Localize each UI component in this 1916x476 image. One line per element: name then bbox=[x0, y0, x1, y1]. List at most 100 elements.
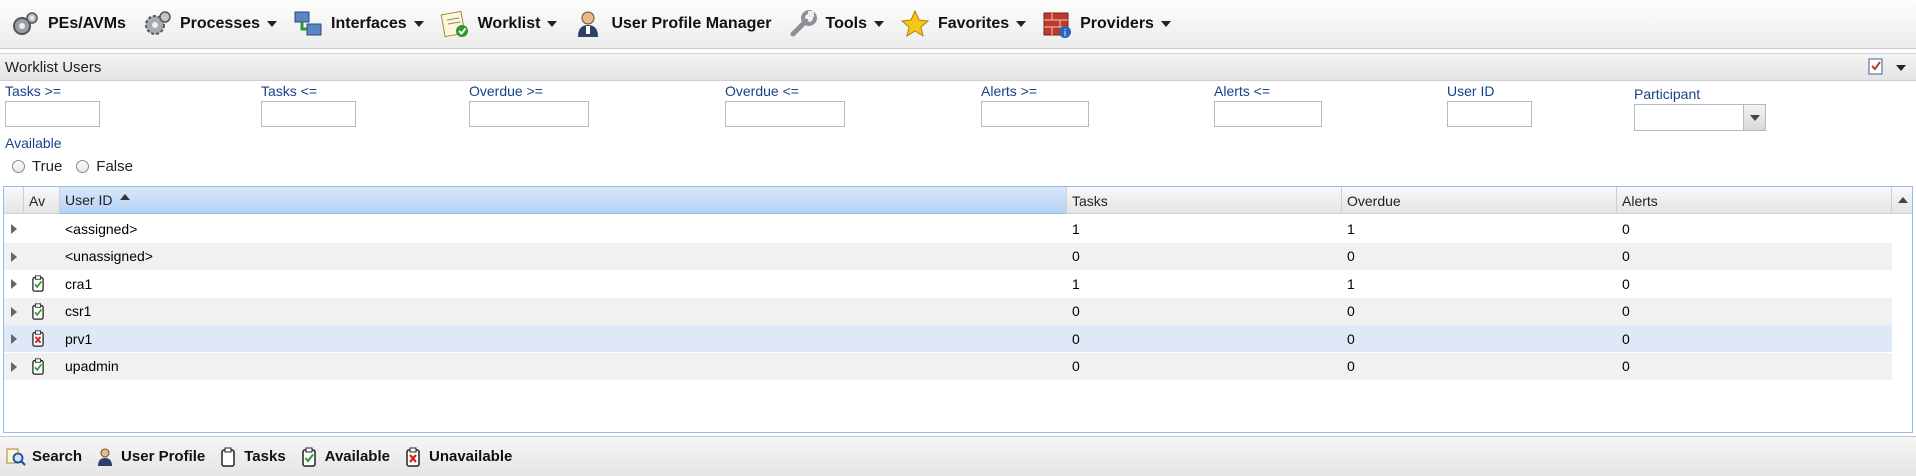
filter-participant: Participant bbox=[1634, 86, 1766, 131]
cell-alerts: 0 bbox=[1622, 275, 1630, 292]
gears-icon bbox=[140, 7, 174, 41]
expand-arrow-icon[interactable] bbox=[11, 361, 17, 372]
participant-value[interactable] bbox=[1634, 104, 1744, 131]
available-radio-group: True False bbox=[12, 158, 147, 175]
table-row[interactable]: cra1 1 1 0 bbox=[4, 270, 1892, 297]
cell-overdue: 1 bbox=[1347, 275, 1355, 292]
user-profile-button[interactable]: User Profile bbox=[95, 447, 205, 467]
available-true-option[interactable]: True bbox=[12, 158, 62, 175]
tasks-button[interactable]: Tasks bbox=[218, 447, 286, 467]
menu-label: Providers bbox=[1080, 15, 1154, 32]
participant-dropdown-button[interactable] bbox=[1744, 104, 1766, 131]
legend-label: User Profile bbox=[121, 448, 206, 465]
cell-overdue: 0 bbox=[1347, 358, 1355, 374]
checklist-icon bbox=[438, 7, 472, 41]
filter-label: User ID bbox=[1447, 83, 1495, 99]
filter-label: Alerts <= bbox=[1214, 83, 1271, 99]
table-row[interactable]: prv1 0 0 0 bbox=[4, 325, 1892, 352]
table-row[interactable]: csr1 0 0 0 bbox=[4, 297, 1892, 325]
cell-tasks: 0 bbox=[1072, 303, 1080, 319]
menu-label: Processes bbox=[179, 15, 261, 32]
menu-tools[interactable]: Tools bbox=[784, 4, 890, 44]
table-row[interactable]: upadmin 0 0 0 bbox=[4, 352, 1892, 380]
alerts-gte-field[interactable] bbox=[981, 101, 1089, 127]
panel-tools bbox=[1868, 57, 1906, 79]
cell-tasks: 0 bbox=[1072, 358, 1080, 374]
filter-label: Overdue >= bbox=[469, 83, 543, 99]
chevron-down-icon[interactable] bbox=[547, 21, 558, 27]
tasks-gte-field[interactable] bbox=[5, 101, 100, 127]
filter-tasks-gte: Tasks >= bbox=[5, 83, 100, 127]
expand-arrow-icon[interactable] bbox=[11, 251, 17, 262]
alerts-lte-field[interactable] bbox=[1214, 101, 1322, 127]
col-header-av[interactable]: Av bbox=[24, 187, 60, 214]
user-id-field[interactable] bbox=[1447, 101, 1532, 127]
search-button[interactable]: Search bbox=[6, 447, 82, 467]
expand-arrow-icon[interactable] bbox=[11, 224, 17, 234]
cell-overdue: 0 bbox=[1347, 330, 1355, 347]
menu-label: PEs/AVMs bbox=[48, 15, 126, 32]
menu-interfaces[interactable]: Interfaces bbox=[289, 4, 430, 44]
filter-label: Tasks <= bbox=[261, 83, 318, 99]
col-header-label: User ID bbox=[65, 192, 113, 208]
menu-pes-avms[interactable]: PEs/AVMs bbox=[6, 4, 132, 44]
cell-user-id: cra1 bbox=[65, 275, 93, 292]
expand-arrow-icon[interactable] bbox=[11, 306, 17, 317]
table-row[interactable]: <assigned> 1 1 0 bbox=[4, 215, 1892, 242]
unavailable-icon bbox=[403, 447, 423, 467]
main-menubar: PEs/AVMs Processes Interfaces Worklist U… bbox=[0, 0, 1916, 49]
cell-overdue: 0 bbox=[1347, 248, 1355, 264]
unavailable-icon bbox=[30, 330, 46, 347]
checklist-icon[interactable] bbox=[1868, 57, 1884, 79]
cell-user-id: <assigned> bbox=[65, 220, 138, 237]
filter-tasks-lte: Tasks <= bbox=[261, 83, 356, 127]
col-header-alerts[interactable]: Alerts bbox=[1617, 187, 1892, 214]
chevron-down-icon[interactable] bbox=[873, 21, 884, 27]
chevron-down-icon[interactable] bbox=[413, 21, 424, 27]
menu-worklist[interactable]: Worklist bbox=[436, 4, 564, 44]
expand-arrow-icon[interactable] bbox=[11, 279, 17, 289]
menu-label: Worklist bbox=[477, 15, 541, 32]
menu-providers[interactable]: i Providers bbox=[1038, 4, 1177, 44]
col-header-expander[interactable] bbox=[4, 187, 24, 214]
participant-select[interactable] bbox=[1634, 104, 1766, 131]
cell-tasks: 1 bbox=[1072, 275, 1080, 292]
tasks-lte-field[interactable] bbox=[261, 101, 356, 127]
col-header-user-id[interactable]: User ID bbox=[60, 187, 1067, 214]
grid-scrollbar[interactable] bbox=[1893, 214, 1912, 432]
available-button[interactable]: Available bbox=[299, 447, 390, 467]
unavailable-button[interactable]: Unavailable bbox=[403, 447, 512, 467]
col-header-overdue[interactable]: Overdue bbox=[1342, 187, 1617, 214]
menu-processes[interactable]: Processes bbox=[138, 4, 283, 44]
filter-label: Participant bbox=[1634, 86, 1701, 102]
chevron-down-icon[interactable] bbox=[1896, 65, 1906, 71]
menu-favorites[interactable]: Favorites bbox=[896, 4, 1032, 44]
filter-overdue-gte: Overdue >= bbox=[469, 83, 589, 127]
menu-user-profile-manager[interactable]: User Profile Manager bbox=[569, 4, 777, 44]
cell-tasks: 0 bbox=[1072, 248, 1080, 264]
chevron-down-icon[interactable] bbox=[1160, 21, 1171, 27]
col-header-tasks[interactable]: Tasks bbox=[1067, 187, 1342, 214]
filter-alerts-lte: Alerts <= bbox=[1214, 83, 1322, 127]
chevron-down-icon[interactable] bbox=[1016, 21, 1027, 27]
available-icon bbox=[30, 275, 46, 292]
filter-label: Overdue <= bbox=[725, 83, 799, 99]
expand-arrow-icon[interactable] bbox=[11, 334, 17, 344]
radio-false[interactable] bbox=[76, 160, 90, 173]
overdue-lte-field[interactable] bbox=[725, 101, 845, 127]
wrench-icon bbox=[786, 7, 820, 41]
cell-tasks: 1 bbox=[1072, 220, 1080, 237]
table-row[interactable]: <unassigned> 0 0 0 bbox=[4, 242, 1892, 270]
search-icon bbox=[6, 447, 26, 467]
overdue-gte-field[interactable] bbox=[469, 101, 589, 127]
legend-toolbar: Search User Profile Tasks Available Unav… bbox=[0, 436, 1916, 476]
available-false-option[interactable]: False bbox=[76, 158, 133, 175]
radio-true[interactable] bbox=[12, 160, 25, 173]
cell-user-id: upadmin bbox=[65, 358, 119, 374]
scroll-up-icon[interactable] bbox=[1898, 197, 1908, 203]
filter-overdue-lte: Overdue <= bbox=[725, 83, 845, 127]
network-icon bbox=[291, 7, 325, 41]
chevron-down-icon bbox=[1749, 114, 1760, 121]
grid-header: Av User ID Tasks Overdue Alerts bbox=[4, 187, 1912, 214]
chevron-down-icon[interactable] bbox=[267, 21, 278, 27]
